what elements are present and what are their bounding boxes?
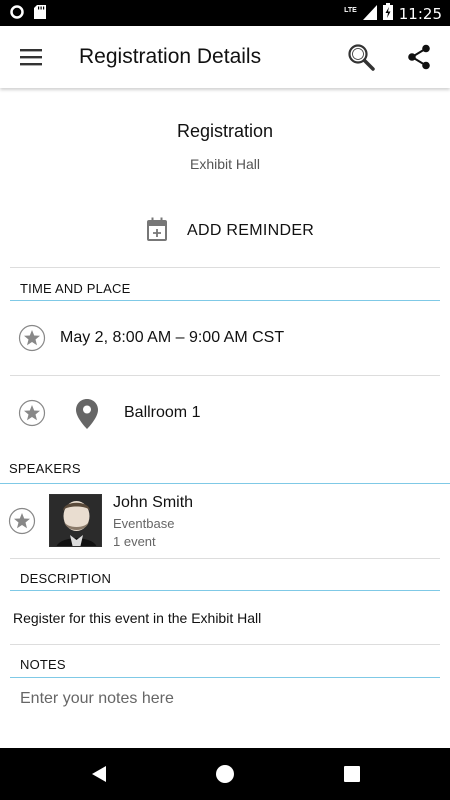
home-icon[interactable] [215, 764, 235, 784]
page-title: Registration Details [79, 45, 262, 68]
notes-input[interactable] [20, 686, 430, 712]
network-type: LTE [344, 6, 357, 14]
favorite-star-icon[interactable] [18, 324, 46, 352]
divider [10, 558, 440, 559]
app-bar: Registration Details [0, 26, 450, 88]
section-underline [10, 677, 440, 678]
section-underline [10, 590, 440, 591]
description-header: DESCRIPTION [20, 571, 112, 586]
recents-icon[interactable] [342, 764, 362, 784]
section-underline [0, 483, 450, 484]
divider [10, 375, 440, 376]
add-reminder-label: ADD REMINDER [187, 222, 315, 239]
notes-header: NOTES [20, 657, 66, 672]
section-underline [10, 300, 440, 301]
signal-icon [362, 4, 377, 25]
speaker-organization: Eventbase [113, 516, 175, 531]
speakers-header: SPEAKERS [9, 461, 81, 476]
divider [10, 267, 440, 268]
back-icon[interactable] [89, 764, 109, 784]
share-icon[interactable] [407, 44, 431, 70]
clock: 11:25 [398, 5, 442, 23]
battery-charging-icon [382, 3, 393, 25]
search-icon[interactable] [346, 42, 376, 72]
location-pin-icon[interactable] [75, 398, 99, 430]
speaker-avatar[interactable] [49, 494, 102, 547]
add-reminder-button[interactable]: ADD REMINDER [147, 217, 315, 246]
calendar-add-icon [147, 217, 167, 246]
favorite-star-icon[interactable] [18, 399, 46, 427]
system-nav-bar [0, 748, 450, 800]
sd-card-icon [34, 5, 46, 24]
menu-icon[interactable] [20, 47, 42, 67]
time-and-place-header: TIME AND PLACE [20, 281, 131, 296]
event-time: May 2, 8:00 AM – 9:00 AM CST [60, 329, 285, 346]
favorite-star-icon[interactable] [8, 507, 36, 535]
speaker-name[interactable]: John Smith [113, 494, 193, 512]
notification-circle-icon [10, 5, 24, 24]
divider [10, 644, 440, 645]
description-text: Register for this event in the Exhibit H… [13, 610, 262, 626]
event-title: Registration [176, 121, 274, 141]
speaker-event-count: 1 event [113, 534, 156, 549]
status-bar: LTE 11:25 [0, 0, 450, 26]
event-place[interactable]: Ballroom 1 [124, 404, 200, 422]
event-location-subtitle: Exhibit Hall [189, 156, 261, 172]
